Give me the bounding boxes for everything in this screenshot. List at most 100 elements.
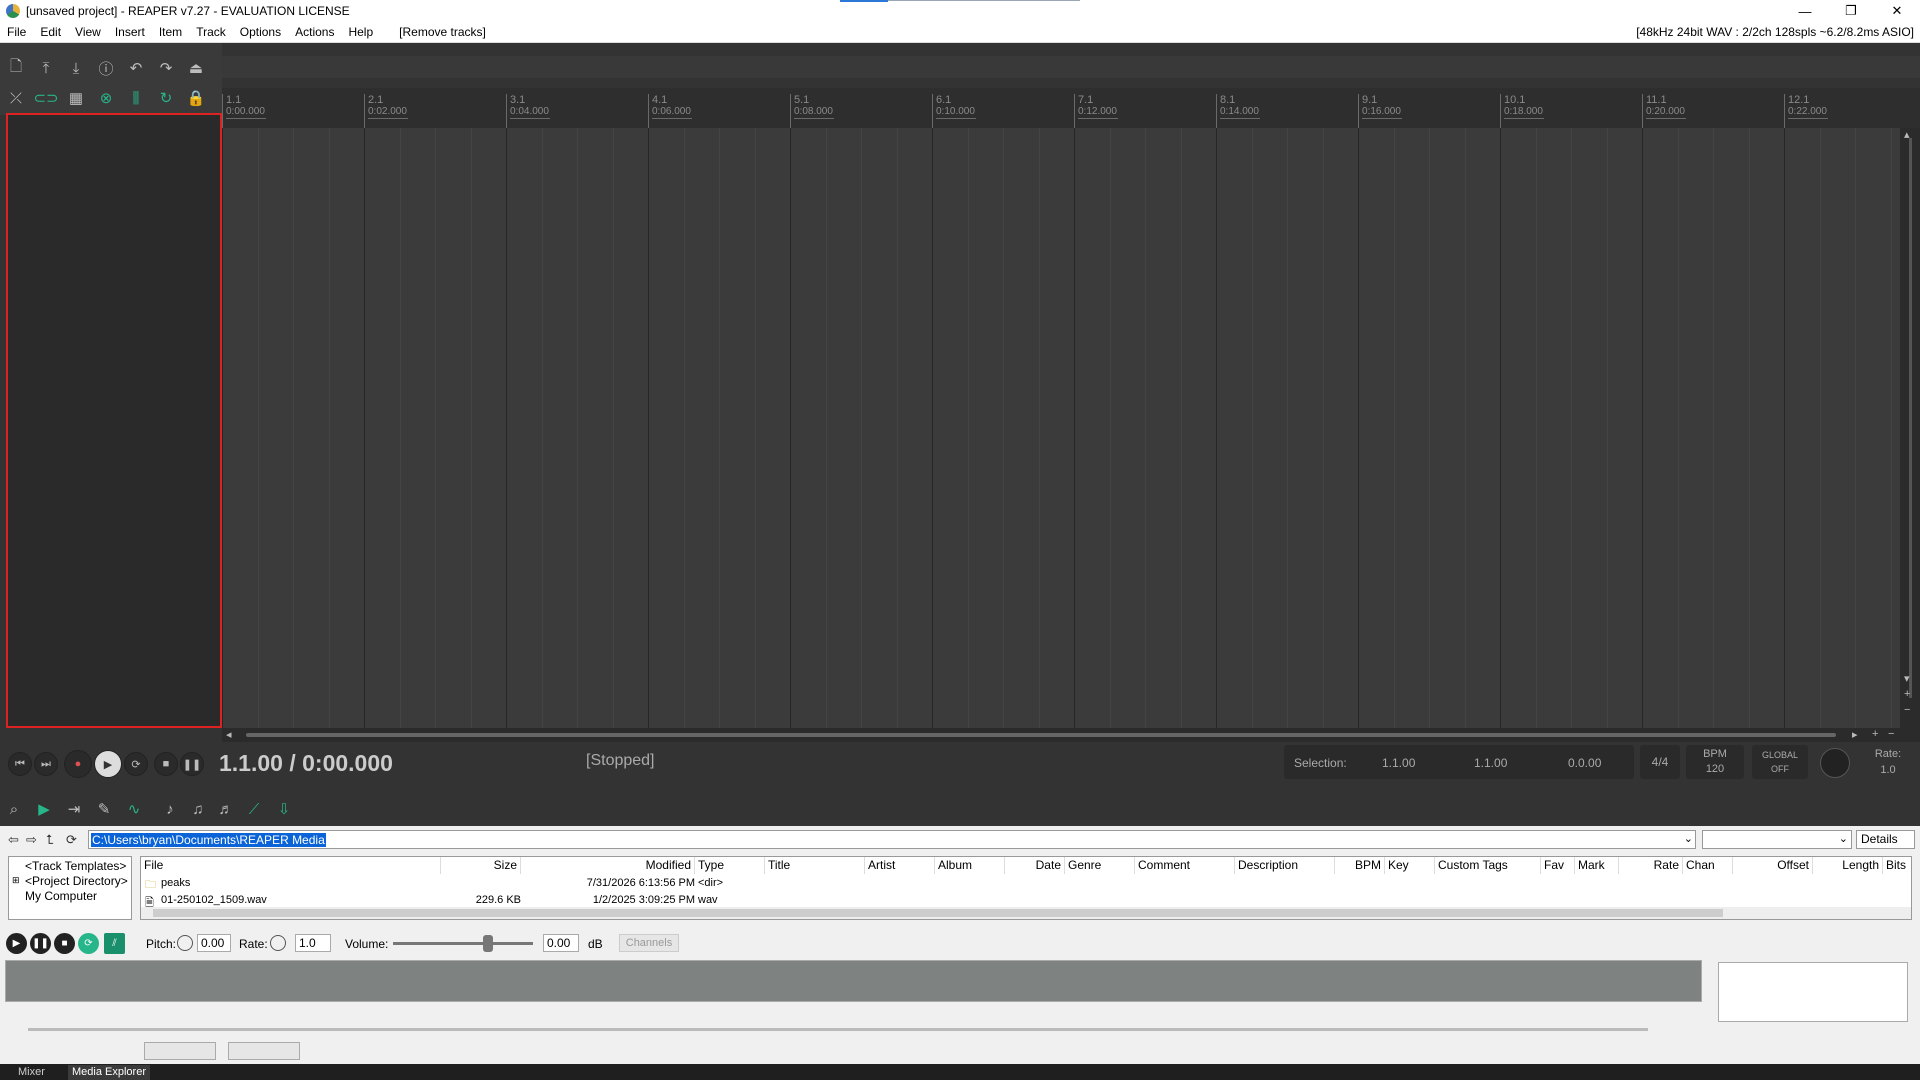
auto-scroll-icon[interactable]: ▶ xyxy=(32,798,56,820)
menu-options[interactable]: Options xyxy=(233,25,288,39)
column-file[interactable]: File xyxy=(141,857,441,874)
pitch-input[interactable]: 0.00 xyxy=(197,934,231,952)
column-description[interactable]: Description xyxy=(1235,857,1335,874)
timeline-ruler[interactable]: 1.1 0:00.000 2.1 0:02.000 3.1 0:04.000 4.1 0… xyxy=(222,88,1920,128)
tree-item-my-computer[interactable]: My Computer xyxy=(25,889,97,903)
metadata-panel[interactable] xyxy=(1718,962,1908,1022)
close-button[interactable]: ✕ xyxy=(1874,0,1920,22)
time-signature[interactable]: 4/4 xyxy=(1640,745,1680,779)
column-chan[interactable]: Chan xyxy=(1683,857,1733,874)
column-offset[interactable]: Offset xyxy=(1733,857,1813,874)
horizontal-scrollbar[interactable]: ◂ ▸ + − xyxy=(222,728,1920,742)
rate-knob[interactable] xyxy=(270,935,286,951)
playrate-knob[interactable] xyxy=(1820,748,1850,778)
column-comment[interactable]: Comment xyxy=(1135,857,1235,874)
preview-play-button[interactable]: ▶ xyxy=(6,933,27,954)
global-playrate-box[interactable]: GLOBAL OFF xyxy=(1752,745,1808,779)
snap-grid-icon[interactable]: ⫼ xyxy=(124,87,148,109)
column-artist[interactable]: Artist xyxy=(865,857,935,874)
waveform-icon[interactable]: ∿ xyxy=(122,798,146,820)
maximize-button[interactable]: ❐ xyxy=(1828,0,1874,22)
remove-tracks-menu[interactable]: [Remove tracks] xyxy=(392,25,493,39)
rate-input[interactable]: 1.0 xyxy=(295,934,331,952)
menu-edit[interactable]: Edit xyxy=(33,25,68,39)
column-bits[interactable]: Bits xyxy=(1883,857,1911,874)
pitch-knob[interactable] xyxy=(177,935,193,951)
midi-note-half-icon[interactable]: ♬ xyxy=(214,798,238,820)
column-custom-tags[interactable]: Custom Tags xyxy=(1435,857,1541,874)
stop-button[interactable]: ■ xyxy=(154,752,178,776)
midi-note-x2-icon[interactable]: ♫ xyxy=(186,798,210,820)
back-icon[interactable]: ⇦ xyxy=(8,832,19,848)
new-project-icon[interactable]: 🗋 xyxy=(4,57,28,79)
midi-note-icon[interactable]: ♪ xyxy=(158,798,182,820)
tree-item-project-directory[interactable]: <Project Directory> xyxy=(25,874,128,888)
save-project-icon[interactable]: ⤓ xyxy=(64,57,88,79)
render-icon[interactable]: ⇩ xyxy=(272,798,296,820)
folder-tree[interactable]: <Track Templates> ⊞ <Project Directory> … xyxy=(8,856,132,920)
tab-media-explorer[interactable]: Media Explorer xyxy=(68,1065,150,1080)
selection-length[interactable]: 0.0.00 xyxy=(1568,756,1601,770)
record-button[interactable]: ● xyxy=(64,750,92,778)
parent-folder-icon[interactable]: ⮤ xyxy=(46,832,54,848)
column-album[interactable]: Album xyxy=(935,857,1005,874)
search-filter-input[interactable]: ⌄ xyxy=(1702,830,1852,849)
ripple-edit-icon[interactable]: ⤫ xyxy=(4,87,28,109)
menu-file[interactable]: File xyxy=(0,25,33,39)
view-mode-select[interactable]: Details xyxy=(1856,830,1915,849)
zoom-out-horizontal-icon[interactable]: − xyxy=(1888,728,1894,740)
project-settings-icon[interactable]: ⓘ xyxy=(94,57,118,79)
scroll-left-icon[interactable]: ◂ xyxy=(226,728,232,741)
zoom-out-vertical-icon[interactable]: − xyxy=(1904,704,1910,716)
menu-view[interactable]: View xyxy=(68,25,108,39)
column-genre[interactable]: Genre xyxy=(1065,857,1135,874)
menu-item[interactable]: Item xyxy=(152,25,189,39)
path-text[interactable]: C:\Users\bryan\Documents\REAPER Media xyxy=(91,833,326,847)
path-input[interactable]: C:\Users\bryan\Documents\REAPER Media ⌄ xyxy=(88,830,1696,849)
forward-icon[interactable]: ⇨ xyxy=(26,832,37,848)
vertical-scroll-track[interactable] xyxy=(1909,138,1912,698)
move-edit-cursor-icon[interactable]: ⇥ xyxy=(62,798,86,820)
chevron-down-icon[interactable]: ⌄ xyxy=(1684,832,1693,845)
open-project-icon[interactable]: ⤒ xyxy=(34,57,58,79)
waveform-scrollbar[interactable] xyxy=(8,1024,1688,1034)
global-value[interactable]: OFF xyxy=(1752,762,1808,776)
pause-button[interactable]: ❚❚ xyxy=(180,752,204,776)
scroll-track[interactable] xyxy=(28,1028,1648,1031)
menu-help[interactable]: Help xyxy=(341,25,380,39)
channels-button[interactable]: Channels xyxy=(619,934,679,952)
menu-actions[interactable]: Actions xyxy=(288,25,341,39)
pencil-tool-icon[interactable]: ✎ xyxy=(92,798,116,820)
audio-device-status[interactable]: [48kHz 24bit WAV : 2/2ch 128spls ~6.2/8.… xyxy=(1636,25,1914,39)
selection-display[interactable]: Selection: 1.1.00 1.1.00 0.0.00 xyxy=(1284,745,1634,779)
tempo-match-icon[interactable]: ⫽ xyxy=(104,933,125,954)
blank-button[interactable] xyxy=(144,1042,216,1060)
preview-loop-icon[interactable]: ⟳ xyxy=(78,933,99,954)
zoom-tool-icon[interactable]: ⌕ xyxy=(2,798,26,820)
lock-icon[interactable]: 🔒 xyxy=(184,87,208,109)
position-display[interactable]: 1.1.00 / 0:00.000 xyxy=(219,750,393,777)
redo-icon[interactable]: ↷ xyxy=(154,57,178,79)
zoom-in-horizontal-icon[interactable]: + xyxy=(1872,728,1878,740)
arrange-view[interactable] xyxy=(222,128,1900,728)
bpm-value[interactable]: 120 xyxy=(1686,762,1744,777)
column-key[interactable]: Key xyxy=(1385,857,1435,874)
file-list-scrollbar[interactable] xyxy=(141,907,1911,919)
metronome-icon[interactable]: ⏏ xyxy=(184,57,208,79)
scroll-down-icon[interactable]: ▾ xyxy=(1904,672,1910,685)
preview-stop-button[interactable]: ■ xyxy=(54,933,75,954)
minimize-button[interactable]: — xyxy=(1782,0,1828,22)
envelope-edit-icon[interactable]: ⟋ xyxy=(242,798,266,820)
menu-insert[interactable]: Insert xyxy=(108,25,152,39)
column-modified[interactable]: Modified xyxy=(521,857,695,874)
chevron-down-icon[interactable]: ⌄ xyxy=(1839,832,1848,845)
volume-slider-thumb[interactable] xyxy=(483,935,493,952)
preview-pause-button[interactable]: ❚❚ xyxy=(30,933,51,954)
envelope-lock-icon[interactable]: ⊗ xyxy=(94,87,118,109)
repeat-icon[interactable]: ⟳ xyxy=(124,752,148,776)
vertical-scrollbar[interactable]: ▴ ▾ + − xyxy=(1900,128,1920,728)
column-date[interactable]: Date xyxy=(1005,857,1065,874)
item-grouping-icon[interactable]: ⊂⊃ xyxy=(33,87,58,109)
refresh-icon[interactable]: ⟳ xyxy=(66,832,77,848)
column-type[interactable]: Type xyxy=(695,857,765,874)
